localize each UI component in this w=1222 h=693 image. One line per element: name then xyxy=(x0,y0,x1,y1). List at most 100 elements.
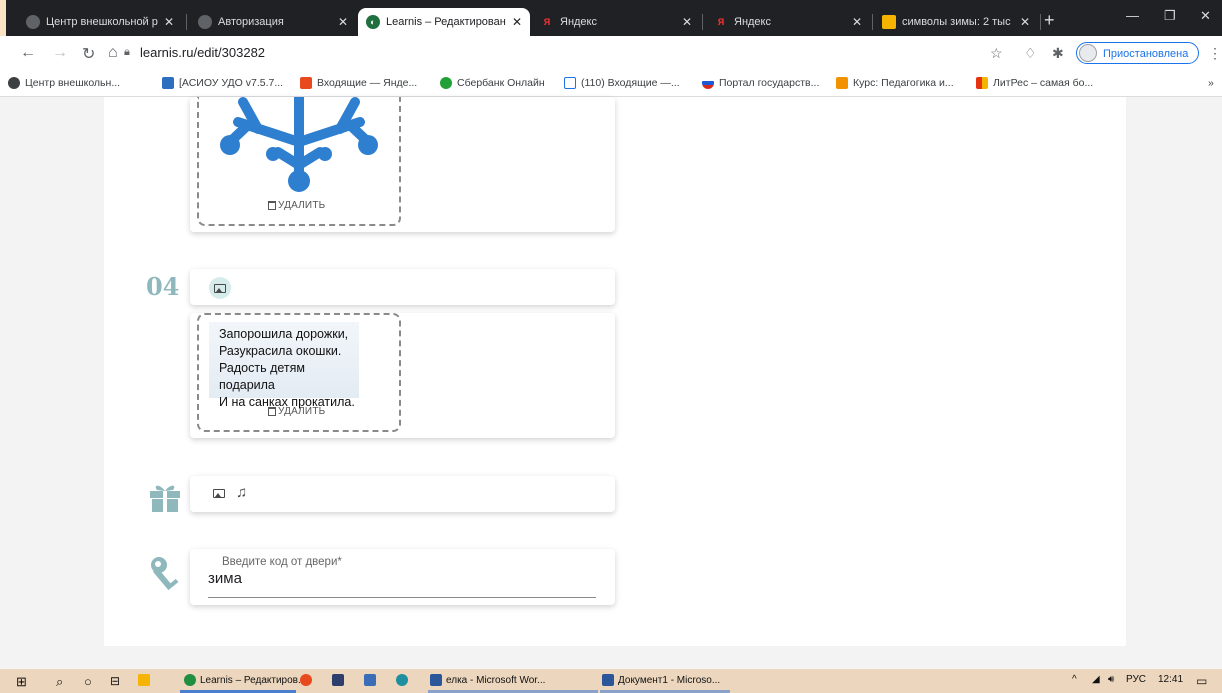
delete-image-button[interactable]: УДАЛИТЬ xyxy=(268,200,325,211)
asiou-icon xyxy=(162,77,174,89)
taskbar-chrome-learnis[interactable]: Learnis – Редактиров... xyxy=(184,674,306,686)
close-tab-icon[interactable]: ✕ xyxy=(164,15,174,29)
notification-bell-icon[interactable]: ♢ xyxy=(1024,45,1037,62)
tab-title: Яндекс xyxy=(734,16,771,28)
add-image-button[interactable] xyxy=(209,277,231,299)
yandex-icon: Я xyxy=(717,17,725,27)
close-tab-icon[interactable]: ✕ xyxy=(512,15,522,29)
chrome-icon[interactable] xyxy=(396,674,412,686)
add-image-button[interactable] xyxy=(213,489,225,498)
close-tab-icon[interactable]: ✕ xyxy=(852,15,862,29)
bookmark-label: (110) Входящие —... xyxy=(581,77,680,89)
action-center-icon[interactable]: ▭ xyxy=(1196,674,1207,688)
chrome-icon xyxy=(184,674,196,686)
window-edge xyxy=(0,0,6,36)
profile-label: Приостановлена xyxy=(1103,48,1189,60)
step-header-bar xyxy=(190,269,615,305)
tab-separator xyxy=(702,14,703,30)
tab-title: Яндекс xyxy=(560,16,597,28)
course-icon xyxy=(836,77,848,89)
door-code-label: Введите код от двери* xyxy=(222,556,342,568)
forward-icon[interactable]: → xyxy=(52,44,68,62)
reward-bar xyxy=(190,476,615,512)
litres-icon xyxy=(976,77,988,89)
close-tab-icon[interactable]: ✕ xyxy=(682,15,692,29)
bookmark-item[interactable]: Курс: Педагогика и... xyxy=(836,77,954,89)
avatar xyxy=(1079,44,1097,62)
menu-icon[interactable]: ⋮ xyxy=(1208,45,1222,62)
tab-1[interactable]: Центр внешкольной р ✕ xyxy=(18,8,182,36)
tab-4[interactable]: Я Яндекс ✕ xyxy=(532,8,700,36)
music-note-icon[interactable]: ♫ xyxy=(236,484,247,501)
sberbank-icon xyxy=(440,77,452,89)
bookmark-label: ЛитРес – самая бо... xyxy=(993,77,1094,89)
delete-image-button[interactable]: УДАЛИТЬ xyxy=(268,406,325,417)
bookmarks-more-button[interactable]: » xyxy=(1208,77,1214,89)
tab-title: Центр внешкольной р xyxy=(46,16,158,28)
mail-icon xyxy=(564,77,576,89)
task-view-icon[interactable]: ⊟ xyxy=(110,674,120,688)
tab-separator xyxy=(186,14,187,30)
language-indicator[interactable]: РУС xyxy=(1126,674,1146,685)
bookmark-item[interactable]: Центр внешкольн... xyxy=(8,77,120,89)
volume-icon[interactable]: 🔊︎ xyxy=(1108,674,1114,685)
photoshop-icon[interactable] xyxy=(332,674,348,686)
tab-5[interactable]: Я Яндекс ✕ xyxy=(706,8,870,36)
tab-title: Авторизация xyxy=(218,16,284,28)
gosuslugi-icon xyxy=(702,77,714,89)
bookmark-item[interactable]: (110) Входящие —... xyxy=(564,77,680,89)
windows-start-icon[interactable]: ⊞ xyxy=(16,674,27,690)
bookmark-item[interactable]: ЛитРес – самая бо... xyxy=(976,77,1093,89)
close-tab-icon[interactable]: ✕ xyxy=(1020,15,1030,29)
bookmark-item[interactable]: Входящие — Янде... xyxy=(300,77,417,89)
bookmark-label: Центр внешкольн... xyxy=(25,77,121,89)
tab-6[interactable]: символы зимы: 2 тыс ✕ xyxy=(874,8,1038,36)
profile-button[interactable]: Приостановлена xyxy=(1076,42,1200,64)
chevron-up-icon[interactable]: ^ xyxy=(1072,674,1077,685)
gift-icon xyxy=(150,485,180,512)
taskbar-label: Документ1 - Microso... xyxy=(618,674,721,686)
home-icon[interactable]: ⌂ xyxy=(108,44,118,62)
search-icon[interactable]: ⌕ xyxy=(56,674,63,690)
mail-icon xyxy=(300,77,312,89)
close-tab-icon[interactable]: ✕ xyxy=(338,15,348,29)
reload-icon[interactable]: ↻ xyxy=(82,44,95,64)
poem-line: Радость детям подарила xyxy=(219,361,305,392)
taskbar-label: елка - Microsoft Wor... xyxy=(446,674,546,686)
cortana-icon[interactable]: ○ xyxy=(84,674,92,689)
tab-2[interactable]: Авторизация ✕ xyxy=(190,8,356,36)
app-icon[interactable] xyxy=(364,674,380,686)
extensions-icon[interactable]: ✱ xyxy=(1052,45,1064,62)
lock-icon[interactable]: 🔒︎ xyxy=(124,46,130,59)
trash-icon xyxy=(268,201,276,210)
back-icon[interactable]: ← xyxy=(20,44,36,62)
poem-line: Разукрасила окошки. xyxy=(219,344,342,358)
learnis-icon: ◐ xyxy=(366,15,380,29)
clock[interactable]: 12:41 xyxy=(1158,674,1183,685)
image-icon xyxy=(214,283,226,293)
tab-strip: Центр внешкольной р ✕ Авторизация ✕ ◐ Le… xyxy=(0,0,1222,36)
bookmark-star-icon[interactable]: ☆ xyxy=(990,45,1003,62)
tab-3-active[interactable]: ◐ Learnis – Редактирован ✕ xyxy=(358,8,530,36)
bookmark-item[interactable]: [АСИОУ УДО v7.5.7... xyxy=(162,77,283,89)
tab-title: Learnis – Редактирован xyxy=(386,16,506,28)
close-window-button[interactable]: ✕ xyxy=(1200,8,1211,24)
key-icon xyxy=(151,557,179,591)
network-icon[interactable]: ◢ xyxy=(1092,674,1100,685)
bookmark-item[interactable]: Портал государств... xyxy=(702,77,819,89)
image-icon xyxy=(213,489,225,498)
taskbar-word-elka[interactable]: елка - Microsoft Wor... xyxy=(430,674,545,686)
minimize-button[interactable]: — xyxy=(1126,8,1139,23)
address-bar[interactable]: learnis.ru/edit/303282 xyxy=(140,45,265,60)
yandex-icon: Я xyxy=(543,17,551,27)
restore-button[interactable]: ❐ xyxy=(1164,8,1176,24)
taskbar-word-document1[interactable]: Документ1 - Microso... xyxy=(602,674,720,686)
new-tab-button[interactable]: + xyxy=(1044,10,1055,31)
bookmark-item[interactable]: Сбербанк Онлайн xyxy=(440,77,545,89)
yandex-browser-icon[interactable] xyxy=(300,674,316,686)
door-code-input[interactable]: зима xyxy=(208,570,242,587)
word-icon xyxy=(602,674,614,686)
tab-separator xyxy=(872,14,873,30)
file-explorer-icon[interactable] xyxy=(138,674,154,686)
door-code-underline xyxy=(208,597,596,598)
